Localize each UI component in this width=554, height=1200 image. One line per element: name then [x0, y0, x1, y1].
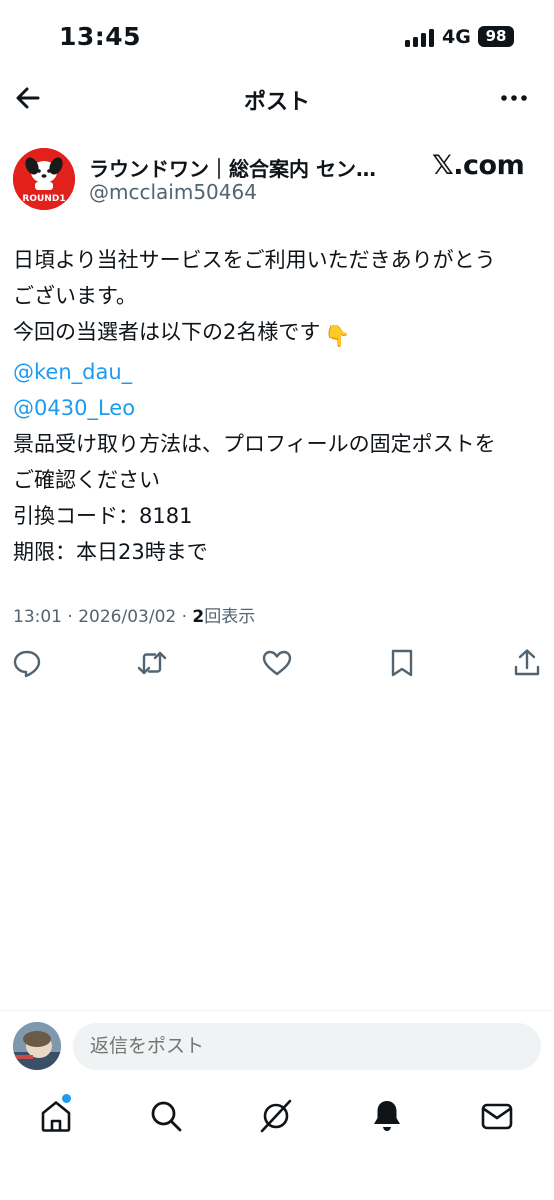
new-content-indicator — [62, 1094, 71, 1103]
author-avatar[interactable]: ROUND1 — [13, 148, 75, 210]
post-line: 期限：本日23時まで — [13, 540, 208, 564]
share-icon[interactable] — [511, 647, 543, 679]
user-avatar[interactable] — [13, 1022, 61, 1070]
author-display-name[interactable]: ラウンドワン｜総合案内 セン… — [89, 153, 376, 182]
messages-icon[interactable] — [479, 1098, 515, 1134]
home-indicator — [207, 1182, 347, 1187]
post-time: 13:01 — [13, 607, 62, 627]
view-label: 回表示 — [204, 607, 256, 627]
post-line: ご確認ください — [13, 468, 160, 492]
post-line: 今回の当選者は以下の2名様です — [13, 320, 321, 344]
post-line-with-emoji: 今回の当選者は以下の2名様です 👇 — [13, 314, 543, 354]
post-line: 引換コード：8181 — [13, 504, 193, 528]
round1-mascot-logo: ROUND1 — [13, 148, 75, 210]
battery-icon: 98 — [478, 26, 514, 47]
status-bar: 13:45 4G 98 — [0, 0, 554, 74]
reply-input[interactable] — [73, 1023, 541, 1070]
post-line: 日頃より当社サービスをご利用いただきありがとう — [13, 248, 496, 272]
page-title: ポスト — [243, 90, 310, 115]
bookmark-icon[interactable] — [386, 647, 418, 679]
network-type: 4G — [442, 26, 471, 48]
x-com-logo: 𝕏.com — [432, 150, 525, 181]
svg-text:ROUND1: ROUND1 — [22, 194, 65, 204]
top-app-bar: ポスト — [0, 74, 554, 122]
bottom-navigation — [0, 1092, 554, 1142]
meta-separator: · — [181, 607, 188, 627]
post-date: 2026/03/02 — [78, 607, 177, 627]
post-line: ございます。 — [13, 284, 137, 308]
divider — [0, 1010, 554, 1011]
author-handle[interactable]: @mcclaim50464 — [89, 180, 257, 204]
notifications-icon[interactable] — [369, 1098, 405, 1134]
meta-separator: · — [67, 607, 73, 627]
post-actions — [0, 645, 554, 681]
home-icon[interactable] — [38, 1098, 74, 1134]
post-line: 景品受け取り方法は、プロフィールの固定ポストを — [13, 432, 496, 456]
reply-icon[interactable] — [11, 647, 43, 679]
view-count[interactable]: 2 — [192, 607, 204, 627]
pointing-down-emoji: 👇 — [324, 324, 351, 348]
user-avatar-image — [13, 1022, 61, 1070]
status-time: 13:45 — [59, 22, 142, 51]
cellular-signal-icon — [405, 29, 435, 47]
more-options-icon[interactable] — [498, 82, 530, 114]
mention-link[interactable]: @ken_dau_ — [13, 354, 543, 390]
grok-icon[interactable] — [258, 1098, 294, 1134]
post-text: 日頃より当社サービスをご利用いただきありがとう ございます。 今回の当選者は以下… — [13, 242, 543, 570]
post-metadata: 13:01 · 2026/03/02 · 2回表示 — [13, 602, 255, 627]
mention-link[interactable]: @0430_Leo — [13, 390, 543, 426]
search-icon[interactable] — [148, 1098, 184, 1134]
repost-icon[interactable] — [136, 647, 168, 679]
like-icon[interactable] — [261, 647, 293, 679]
